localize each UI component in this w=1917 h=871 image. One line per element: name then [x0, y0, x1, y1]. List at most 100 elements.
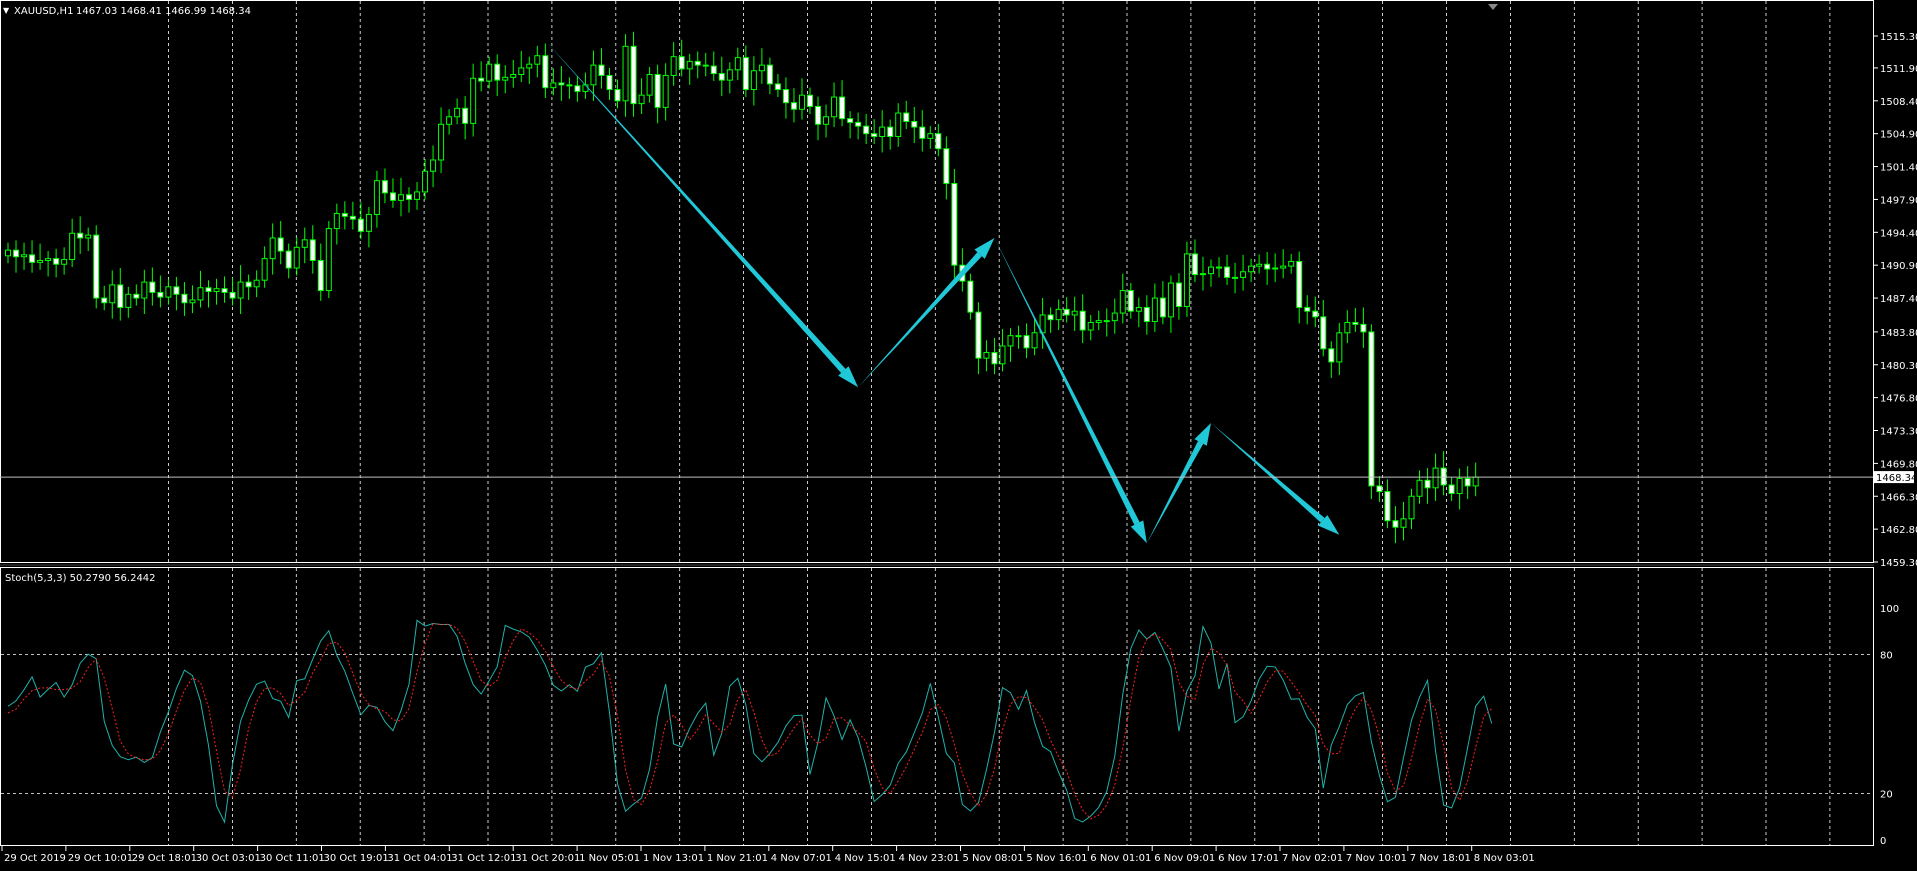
x-axis-label: 31 Oct 04:01	[387, 853, 452, 864]
price-chart-svg[interactable]: 29 Oct 2019 29 Oct 10:0129 Oct 18:0130 Oc…	[0, 0, 1917, 867]
y-axis-label: 1515.30	[1880, 32, 1917, 43]
candle-body	[622, 45, 629, 102]
stoch-axis-label: 100	[1880, 604, 1899, 615]
candle-body	[1232, 276, 1239, 279]
candle-body	[502, 76, 509, 81]
candle-body	[1007, 335, 1014, 347]
candle-body	[1264, 263, 1271, 270]
x-axis-label: 7 Nov 10:01	[1346, 853, 1407, 864]
x-axis-label: 6 Nov 09:01	[1154, 853, 1215, 864]
x-axis-label: 7 Nov 02:01	[1282, 853, 1343, 864]
candle-body	[1320, 316, 1327, 350]
candle-body	[766, 64, 773, 85]
stoch-axis-label: 0	[1880, 836, 1886, 847]
candle-body	[1296, 260, 1303, 308]
candle-body	[349, 215, 356, 220]
candle-body	[285, 250, 292, 269]
candle-body	[389, 192, 396, 201]
candle-body	[53, 258, 60, 265]
candle-body	[253, 279, 260, 288]
candle-body	[133, 293, 140, 299]
candle-body	[590, 64, 597, 86]
current-price-label: 1468.34	[1876, 473, 1917, 484]
candle-body	[1360, 323, 1367, 333]
candle-body	[718, 73, 725, 81]
candle-body	[213, 288, 220, 292]
candle-body	[1456, 477, 1463, 494]
candle-body	[1031, 332, 1038, 349]
candle-body	[943, 148, 950, 184]
candle-body	[309, 239, 316, 261]
candle-body	[1095, 320, 1102, 323]
candle-body	[702, 64, 709, 67]
candle-body	[189, 299, 196, 304]
candle-body	[478, 77, 485, 82]
x-axis-label: 31 Oct 20:01	[515, 853, 580, 864]
candle-body	[903, 112, 910, 122]
candle-body	[333, 213, 340, 230]
y-axis-label: 1501.40	[1880, 163, 1917, 174]
candle-body	[365, 213, 372, 232]
candle-body	[157, 291, 164, 298]
candle-body	[855, 121, 862, 127]
candle-body	[1440, 467, 1447, 486]
candle-body	[991, 352, 998, 365]
candle-body	[1424, 479, 1431, 489]
candle-body	[1159, 297, 1166, 318]
candle-body	[1272, 267, 1279, 270]
candle-body	[927, 133, 934, 139]
candle-body	[205, 287, 212, 292]
candle-body	[983, 352, 990, 359]
candle-body	[911, 120, 918, 128]
candle-body	[598, 64, 605, 76]
candle-body	[742, 57, 749, 91]
x-axis-label: 30 Oct 11:01	[260, 853, 325, 864]
candle-body	[406, 194, 412, 200]
candle-body	[1416, 479, 1423, 497]
x-axis-label: 1 Nov 13:01	[643, 853, 704, 864]
candle-body	[823, 116, 830, 125]
candle-body	[101, 297, 108, 304]
candle-body	[181, 293, 188, 304]
y-axis-label: 1480.30	[1880, 361, 1917, 372]
candle-body	[1191, 253, 1198, 276]
candle-body	[1344, 321, 1351, 334]
candle-body	[758, 64, 765, 72]
x-axis-label: 29 Oct 10:01	[68, 853, 133, 864]
candle-body	[125, 293, 132, 308]
chart-window[interactable]: 29 Oct 2019 29 Oct 10:01 29 Oct 18:01 30 Oc…	[0, 0, 1917, 867]
candle-body	[1087, 321, 1094, 331]
candle-body	[325, 228, 332, 292]
candle-body	[117, 284, 124, 308]
candle-body	[967, 280, 974, 313]
x-axis-label: 30 Oct 19:01	[324, 853, 389, 864]
candle-body	[694, 60, 701, 66]
y-axis-label: 1494.40	[1880, 228, 1917, 239]
candle-body	[397, 194, 404, 201]
candle-body	[1103, 320, 1110, 323]
x-axis-label: 6 Nov 01:01	[1090, 853, 1151, 864]
candle-body	[534, 55, 541, 65]
candle-body	[93, 234, 100, 299]
candle-body	[1312, 310, 1319, 318]
candle-body	[1023, 335, 1030, 349]
candle-body	[574, 85, 581, 92]
candle-body	[606, 74, 613, 91]
y-axis-label: 1473.30	[1880, 427, 1917, 438]
candle-body	[29, 254, 36, 263]
candle-body	[798, 94, 805, 110]
collapse-triangle-icon[interactable]: ▼	[3, 6, 10, 15]
candle-body	[1047, 314, 1054, 321]
candle-body	[373, 180, 380, 215]
candle-body	[1135, 306, 1142, 312]
candle-body	[277, 237, 284, 252]
candle-body	[486, 63, 493, 82]
stoch-axis-label: 80	[1880, 650, 1893, 661]
candle-body	[357, 218, 364, 232]
candle-body	[317, 259, 324, 292]
candle-body	[566, 84, 573, 87]
y-axis-label: 1459.30	[1880, 558, 1917, 569]
x-axis-label: 29 Oct 18:01	[132, 853, 197, 864]
candle-body	[1127, 290, 1134, 312]
candle-body	[550, 82, 557, 89]
